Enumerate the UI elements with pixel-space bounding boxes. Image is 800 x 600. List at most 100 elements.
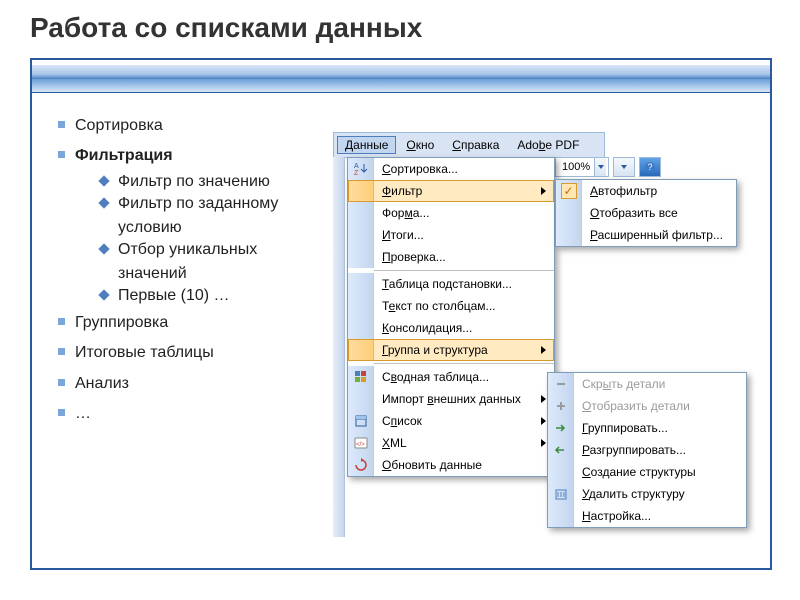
blank-icon [348, 273, 374, 295]
menu-item-label: Список [374, 414, 541, 428]
blank-icon [348, 388, 374, 410]
svg-text:Z: Z [354, 170, 359, 177]
group-submenu: Скрыть детали Отобразить детали Группирова… [547, 372, 747, 528]
menu-item[interactable]: AZСортировка... [348, 158, 554, 180]
menu-item[interactable]: Группировать... [548, 417, 746, 439]
menu-item[interactable]: Расширенный фильтр... [556, 224, 736, 246]
hide-icon [548, 373, 574, 395]
menu-данные[interactable]: Данные [337, 136, 396, 154]
header-bar [32, 65, 770, 93]
blank-icon [548, 461, 574, 483]
submenu-arrow-icon [541, 417, 546, 425]
menu-item-label: Отобразить все [582, 206, 736, 220]
menu-item[interactable]: Настройка... [548, 505, 746, 527]
menu-item[interactable]: </>XML [348, 432, 554, 454]
menu-item[interactable]: Список [348, 410, 554, 432]
submenu-arrow-icon [541, 346, 546, 354]
menu-item[interactable]: Создание структуры [548, 461, 746, 483]
bullet-filter-sub-3: Первые (10) … [100, 284, 332, 308]
page-title: Работа со списками данных [0, 0, 800, 52]
menu-item-label: Текст по столбцам... [374, 299, 554, 313]
bullet-sort: Сортировка [58, 111, 332, 141]
bullet-pivot: Итоговые таблицы [58, 338, 332, 368]
menu-item-label: Форма... [374, 206, 554, 220]
zoom-selector[interactable]: 100% [555, 157, 609, 177]
menu-item[interactable]: Автофильтр [556, 180, 736, 202]
svg-text:</>: </> [356, 442, 365, 448]
menu-item[interactable]: Скрыть детали [548, 373, 746, 395]
menu-item[interactable]: Консолидация... [348, 317, 554, 339]
ungrp-icon [548, 439, 574, 461]
menu-item[interactable]: Форма... [348, 202, 554, 224]
blank-icon [348, 180, 374, 202]
del-icon [548, 483, 574, 505]
menu-item[interactable]: Группа и структура [348, 339, 554, 361]
blank-icon [556, 224, 582, 246]
blank-icon [548, 505, 574, 527]
grp-icon [548, 417, 574, 439]
svg-text:A: A [354, 163, 359, 170]
help-icon: ? [644, 161, 656, 173]
bullet-filter-sub-1: Фильтр по заданному условию [100, 192, 332, 240]
submenu-arrow-icon [541, 439, 546, 447]
menu-item[interactable]: Отобразить детали [548, 395, 746, 417]
menu-item-label: Группировать... [574, 421, 746, 435]
menu-item[interactable]: Разгруппировать... [548, 439, 746, 461]
refresh-icon [348, 454, 374, 476]
menu-item-label: Группа и структура [374, 343, 541, 357]
menu-item-label: Разгруппировать... [574, 443, 746, 457]
data-menu-dropdown: AZСортировка...ФильтрФорма...Итоги...Про… [347, 157, 555, 477]
pivot-icon [348, 366, 374, 388]
separator [374, 363, 554, 364]
blank-icon [348, 202, 374, 224]
menu-item-label: Автофильтр [582, 184, 736, 198]
menu-справка[interactable]: Справка [444, 136, 507, 154]
check-icon [556, 180, 582, 202]
menu-item-label: Итоги... [374, 228, 554, 242]
submenu-arrow-icon [541, 395, 546, 403]
xml-icon: </> [348, 432, 374, 454]
menu-item-label: Расширенный фильтр... [582, 228, 736, 242]
menu-item[interactable]: Проверка... [348, 246, 554, 268]
blank-icon [348, 339, 374, 361]
sort-icon: AZ [348, 158, 374, 180]
menu-item[interactable]: Удалить структуру [548, 483, 746, 505]
bullet-list: Сортировка Фильтрация Фильтр по значению… [32, 93, 332, 429]
blank-icon [348, 224, 374, 246]
menu-item[interactable]: Сводная таблица... [348, 366, 554, 388]
list-icon [348, 410, 374, 432]
menu-item[interactable]: Отобразить все [556, 202, 736, 224]
menu-item[interactable]: Обновить данные [348, 454, 554, 476]
menu-item[interactable]: Итоги... [348, 224, 554, 246]
menu-item-label: Отобразить детали [574, 399, 746, 413]
menu-item-label: Настройка... [574, 509, 746, 523]
menu-item[interactable]: Текст по столбцам... [348, 295, 554, 317]
bullet-filter: Фильтрация [58, 141, 332, 171]
menu-item[interactable]: Фильтр [348, 180, 554, 202]
show-icon [548, 395, 574, 417]
menu-item-label: Сводная таблица... [374, 370, 554, 384]
toolbar-dropdown[interactable] [613, 157, 635, 177]
menu-item-label: Консолидация... [374, 321, 554, 335]
bullet-more: … [58, 399, 332, 429]
blank-icon [348, 295, 374, 317]
svg-text:?: ? [648, 162, 653, 172]
menubar: ДанныеОкноСправкаAdobe PDF [333, 132, 605, 158]
bullet-filter-sub-2: Отбор уникальных значений [100, 238, 332, 286]
submenu-arrow-icon [541, 187, 546, 195]
menu-item-label: Создание структуры [574, 465, 746, 479]
menu-item-label: Обновить данные [374, 458, 554, 472]
menu-item-label: Сортировка... [374, 162, 554, 176]
menu-item-label: Таблица подстановки... [374, 277, 554, 291]
menu-item[interactable]: Импорт внешних данных [348, 388, 554, 410]
menu-item-label: Фильтр [374, 184, 541, 198]
help-button[interactable]: ? [639, 157, 661, 177]
screenshot-menus: ДанныеОкноСправкаAdobe PDF 100% ? AZСорт… [333, 132, 773, 552]
sidebar-strip [333, 157, 345, 537]
menu-item-label: Удалить структуру [574, 487, 746, 501]
menu-item-label: Проверка... [374, 250, 554, 264]
menu-item[interactable]: Таблица подстановки... [348, 273, 554, 295]
menu-окно[interactable]: Окно [398, 136, 442, 154]
blank-icon [348, 317, 374, 339]
menu-adobe pdf[interactable]: Adobe PDF [509, 136, 587, 154]
